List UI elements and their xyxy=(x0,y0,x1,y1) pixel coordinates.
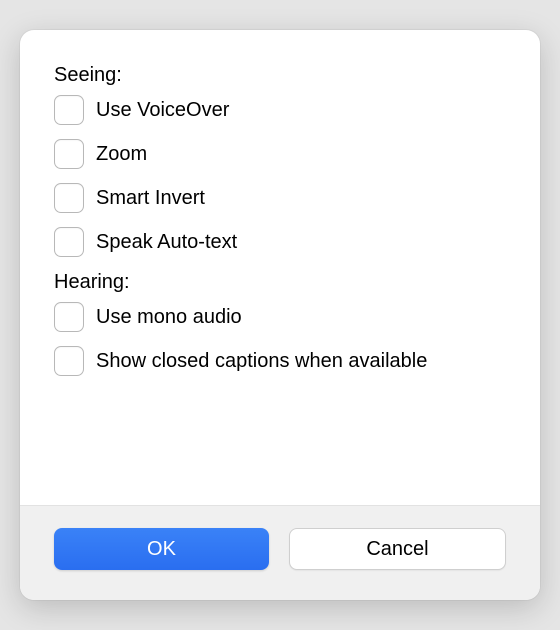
seeing-section-label: Seeing: xyxy=(54,64,506,87)
option-speak-auto-text: Speak Auto-text xyxy=(54,227,506,257)
cancel-button[interactable]: Cancel xyxy=(289,528,506,570)
dialog-content: Seeing: Use VoiceOver Zoom Smart Invert … xyxy=(20,30,540,505)
option-mono-audio: Use mono audio xyxy=(54,302,506,332)
checkbox-zoom[interactable] xyxy=(54,139,84,169)
checkbox-speak-auto-text[interactable] xyxy=(54,227,84,257)
option-label-speak-auto-text: Speak Auto-text xyxy=(96,231,237,254)
option-label-mono-audio: Use mono audio xyxy=(96,306,242,329)
checkbox-closed-captions[interactable] xyxy=(54,346,84,376)
checkbox-mono-audio[interactable] xyxy=(54,302,84,332)
accessibility-dialog: Seeing: Use VoiceOver Zoom Smart Invert … xyxy=(20,30,540,600)
hearing-section-label: Hearing: xyxy=(54,271,506,294)
option-voiceover: Use VoiceOver xyxy=(54,95,506,125)
option-smart-invert: Smart Invert xyxy=(54,183,506,213)
option-closed-captions: Show closed captions when available xyxy=(54,346,506,376)
option-zoom: Zoom xyxy=(54,139,506,169)
option-label-voiceover: Use VoiceOver xyxy=(96,99,229,122)
option-label-closed-captions: Show closed captions when available xyxy=(96,350,427,373)
ok-button[interactable]: OK xyxy=(54,528,269,570)
option-label-smart-invert: Smart Invert xyxy=(96,187,205,210)
checkbox-voiceover[interactable] xyxy=(54,95,84,125)
dialog-footer: OK Cancel xyxy=(20,505,540,600)
checkbox-smart-invert[interactable] xyxy=(54,183,84,213)
option-label-zoom: Zoom xyxy=(96,143,147,166)
